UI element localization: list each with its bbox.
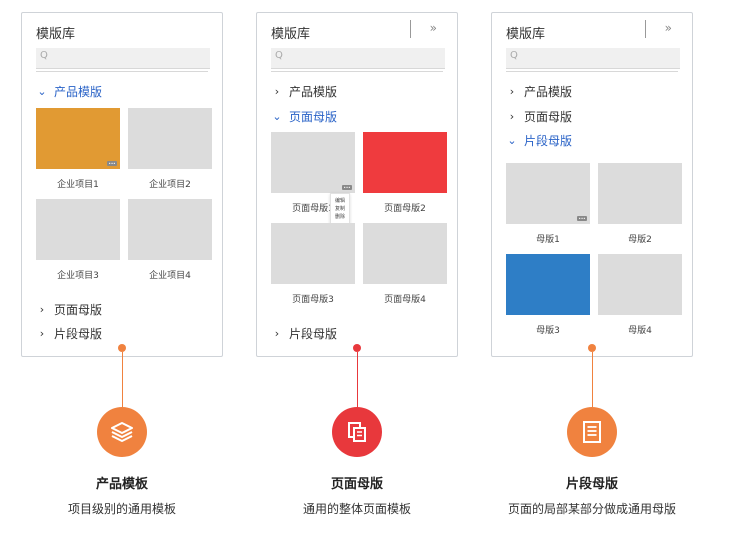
thumbnail-caption: 母版4	[628, 326, 652, 336]
layers-icon	[97, 407, 147, 457]
thumbnail-caption: 页面母版3	[292, 295, 334, 305]
divider	[506, 71, 678, 72]
thumbnail-caption: 母版2	[628, 235, 652, 245]
thumbnail-caption: 企业项目2	[149, 180, 191, 190]
template-library-panel-page: 模版库 » Q › 产品模版 ⌄ 页面母版 ••• 页面母版1 页面母版2 编辑…	[256, 12, 458, 357]
feature-description: 通用的整体页面模板	[302, 502, 411, 516]
section-product-template[interactable]: › 产品模版	[271, 83, 337, 100]
section-label: 页面母版	[54, 303, 103, 317]
chevron-right-icon: ›	[274, 85, 280, 98]
section-label: 页面母版	[524, 110, 573, 124]
thumbnail-caption: 页面母版4	[384, 295, 426, 305]
more-options-icon[interactable]: •••	[577, 216, 587, 221]
section-product-template[interactable]: › 产品模版	[506, 83, 572, 100]
section-fragment-master[interactable]: › 片段母版	[36, 325, 102, 342]
search-input[interactable]: Q	[36, 48, 210, 69]
search-input[interactable]: Q	[506, 48, 680, 69]
section-label: 产品模版	[54, 85, 103, 99]
section-label: 片段母版	[524, 134, 573, 148]
chevron-right-icon: ›	[509, 110, 515, 123]
template-thumbnail[interactable]	[598, 254, 682, 315]
header-separator	[645, 20, 646, 38]
collapse-icon[interactable]: »	[430, 21, 437, 35]
section-label: 产品模版	[289, 85, 338, 99]
panel-title: 模版库	[506, 27, 546, 42]
template-thumbnail[interactable]: •••	[506, 163, 590, 224]
chevron-right-icon: ›	[274, 327, 280, 340]
thumbnail-caption: 母版1	[536, 235, 560, 245]
template-library-panel-fragment: 模版库 » Q › 产品模版 › 页面母版 ⌄ 片段母版 ••• 母版1 母版2…	[491, 12, 693, 357]
panel-title: 模版库	[271, 27, 311, 42]
collapse-icon[interactable]: »	[665, 21, 672, 35]
search-input[interactable]: Q	[271, 48, 445, 69]
feature-title: 页面母版	[330, 477, 383, 492]
search-icon: Q	[40, 50, 48, 61]
section-label: 页面母版	[289, 110, 338, 124]
pages-icon	[332, 407, 382, 457]
search-icon: Q	[510, 50, 518, 61]
feature-title: 片段母版	[565, 477, 618, 492]
chevron-right-icon: ›	[509, 85, 515, 98]
section-label: 产品模版	[524, 85, 573, 99]
chevron-down-icon: ⌄	[37, 85, 47, 98]
template-thumbnail[interactable]	[271, 223, 355, 284]
divider	[271, 71, 443, 72]
menu-item-delete[interactable]: 删除	[335, 213, 345, 221]
section-page-master[interactable]: › 页面母版	[506, 108, 572, 125]
section-page-master[interactable]: › 页面母版	[36, 301, 102, 318]
thumbnail-caption: 企业项目3	[57, 271, 99, 281]
thumbnail-caption: 母版3	[536, 326, 560, 336]
connector-line	[592, 352, 593, 407]
template-thumbnail[interactable]	[598, 163, 682, 224]
divider	[36, 71, 208, 72]
template-thumbnail[interactable]	[506, 254, 590, 315]
menu-item-edit[interactable]: 编辑	[335, 197, 345, 205]
thumbnail-caption: 企业项目4	[149, 271, 191, 281]
header-separator	[410, 20, 411, 38]
template-thumbnail[interactable]	[36, 199, 120, 260]
more-options-icon[interactable]: •••	[107, 161, 117, 166]
feature-description: 项目级别的通用模板	[67, 502, 176, 516]
search-icon: Q	[275, 50, 283, 61]
chevron-right-icon: ›	[39, 327, 45, 340]
template-thumbnail[interactable]	[128, 199, 212, 260]
thumbnail-caption: 企业项目1	[57, 180, 99, 190]
section-page-master[interactable]: ⌄ 页面母版	[271, 108, 337, 125]
thumbnail-caption: 页面母版2	[384, 204, 426, 214]
template-thumbnail[interactable]: •••	[271, 132, 355, 193]
connector-line	[357, 352, 358, 407]
template-thumbnail[interactable]	[363, 223, 447, 284]
section-product-template[interactable]: ⌄ 产品模版	[36, 83, 102, 100]
template-thumbnail[interactable]	[128, 108, 212, 169]
template-thumbnail[interactable]	[363, 132, 447, 193]
connector-dot	[353, 344, 361, 352]
template-library-panel-product: 模版库 Q ⌄ 产品模版 ••• 企业项目1 企业项目2 企业项目3 企业项目4…	[21, 12, 223, 357]
connector-line	[122, 352, 123, 407]
section-label: 片段母版	[289, 327, 338, 341]
more-options-icon[interactable]: •••	[342, 185, 352, 190]
document-icon	[567, 407, 617, 457]
feature-description: 页面的局部某部分做成通用母版	[507, 502, 676, 516]
chevron-right-icon: ›	[39, 303, 45, 316]
section-fragment-master[interactable]: ⌄ 片段母版	[506, 132, 572, 149]
connector-dot	[588, 344, 596, 352]
feature-title: 产品模板	[95, 477, 148, 492]
section-fragment-master[interactable]: › 片段母版	[271, 325, 337, 342]
panel-title: 模版库	[36, 27, 76, 42]
chevron-down-icon: ⌄	[507, 134, 517, 147]
chevron-down-icon: ⌄	[272, 110, 282, 123]
template-thumbnail[interactable]: •••	[36, 108, 120, 169]
connector-dot	[118, 344, 126, 352]
menu-item-copy[interactable]: 复制	[335, 205, 345, 213]
context-menu: 编辑 复制 删除	[330, 193, 351, 225]
section-label: 片段母版	[54, 327, 103, 341]
